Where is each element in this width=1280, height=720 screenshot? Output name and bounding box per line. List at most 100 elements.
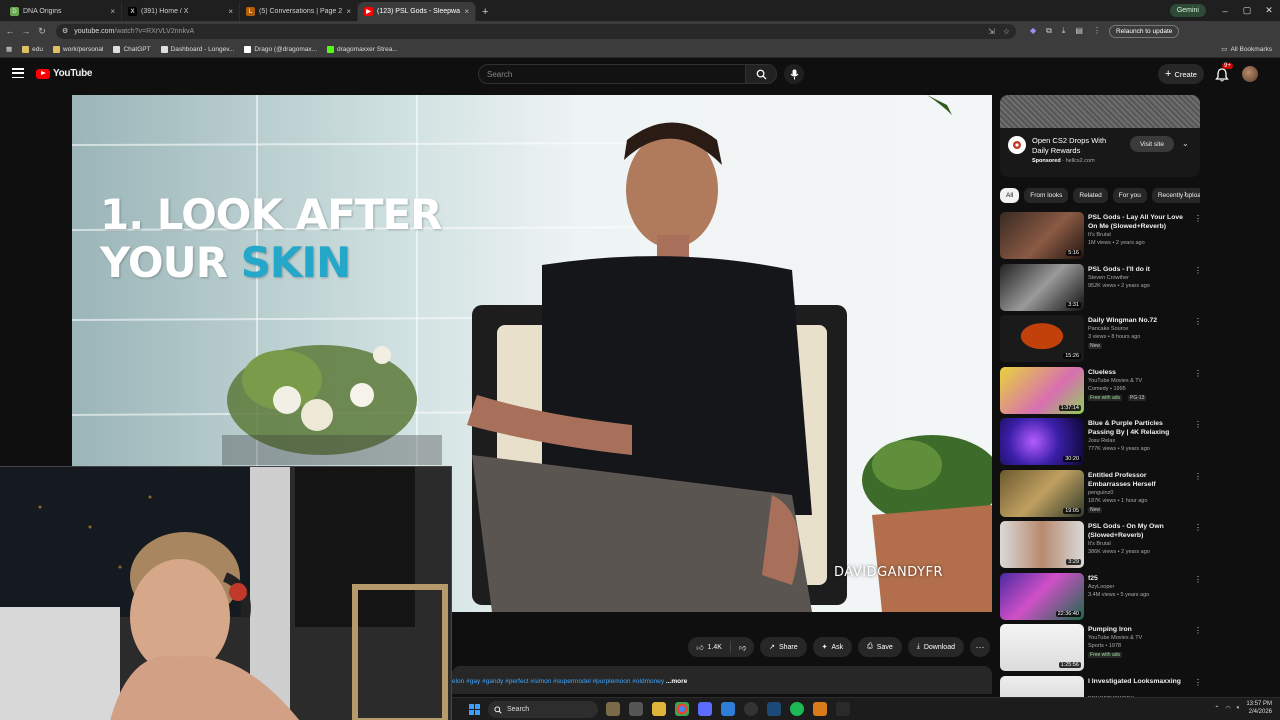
more-options-icon[interactable]: ⋮ xyxy=(1194,523,1202,532)
gemini-button[interactable]: Gemini xyxy=(1169,4,1206,17)
recommendation-title[interactable]: f25 xyxy=(1088,574,1190,583)
browser-tab[interactable]: D DNA Origins × xyxy=(4,2,122,21)
more-options-icon[interactable]: ⋮ xyxy=(1194,317,1202,326)
voice-search-button[interactable] xyxy=(784,64,804,84)
clock[interactable]: 13:57 PM 2/4/2026 xyxy=(1246,700,1272,716)
chrome-icon[interactable] xyxy=(675,702,689,716)
ask-button[interactable]: ✦ Ask xyxy=(812,637,853,657)
description-more[interactable]: ...more xyxy=(666,678,687,685)
channel-name[interactable]: Steven Crowther xyxy=(1088,275,1129,282)
save-button[interactable]: ⎙ Save xyxy=(858,637,902,657)
wifi-icon[interactable]: ◠ xyxy=(1225,705,1230,712)
recommendation-title[interactable]: Blue & Purple Particles Passing By | 4K … xyxy=(1088,419,1190,437)
back-icon[interactable]: ← xyxy=(4,26,16,36)
recommendation-item[interactable]: 1:25:56 Pumping Iron YouTube Movies & TV Sp… xyxy=(1000,624,1202,676)
channel-name[interactable]: It's Brutal xyxy=(1088,541,1111,548)
recommendation-title[interactable]: PSL Gods - Lay All Your Love On Me (Slow… xyxy=(1088,213,1190,231)
video-thumbnail[interactable]: 3:29 xyxy=(1000,521,1084,568)
bookmark-item[interactable]: Dashboard - Longev... xyxy=(160,45,234,53)
recommendation-title[interactable]: Entitled Professor Embarrasses Herself xyxy=(1088,471,1190,489)
filter-chip[interactable]: Related xyxy=(1073,187,1108,203)
filter-chip[interactable]: All xyxy=(1000,187,1020,203)
recommendation-title[interactable]: PSL Gods - On My Own (Slowed+Reverb) xyxy=(1088,522,1190,540)
video-thumbnail[interactable]: 5:16 xyxy=(1000,212,1084,259)
relaunch-button[interactable]: Relaunch to update xyxy=(1108,24,1180,38)
more-options-icon[interactable]: ⋮ xyxy=(1194,575,1202,584)
more-options-icon[interactable]: ⋮ xyxy=(1194,266,1202,275)
chevron-down-icon[interactable]: ⌄ xyxy=(1182,139,1189,148)
video-thumbnail[interactable]: 19:05 xyxy=(1000,469,1084,517)
video-thumbnail[interactable]: 3:31 xyxy=(1000,263,1084,311)
close-icon[interactable]: × xyxy=(464,7,469,16)
windows-start-icon[interactable] xyxy=(469,704,480,715)
avatar[interactable] xyxy=(1242,66,1258,82)
obs-icon[interactable] xyxy=(744,702,758,716)
app-icon[interactable] xyxy=(721,702,735,716)
recommendation-title[interactable]: Daily Wingman No.72 xyxy=(1088,316,1190,325)
app-icon[interactable] xyxy=(698,702,712,716)
cursor-icon[interactable] xyxy=(836,702,850,716)
more-options-icon[interactable]: ⋮ xyxy=(1194,214,1202,223)
close-window-icon[interactable]: ✕ xyxy=(1258,5,1280,16)
channel-name[interactable]: Josu Relax xyxy=(1088,438,1115,445)
more-options-icon[interactable]: ⋮ xyxy=(1194,420,1202,429)
create-button[interactable]: + Create xyxy=(1158,64,1204,84)
more-actions-button[interactable]: ··· xyxy=(970,637,990,657)
bookmark-item[interactable]: work/personal xyxy=(53,45,103,53)
puzzle-icon[interactable]: ⧉ xyxy=(1046,26,1052,36)
forward-icon[interactable]: → xyxy=(20,26,32,36)
close-icon[interactable]: × xyxy=(110,7,115,16)
visit-site-button[interactable]: Visit site xyxy=(1130,136,1174,152)
maximize-icon[interactable]: ▢ xyxy=(1236,5,1258,16)
download-icon[interactable]: ⤓ xyxy=(1062,26,1066,36)
ad-title[interactable]: Open CS2 Drops With Daily Rewards xyxy=(1032,136,1124,156)
youtube-logo[interactable]: YouTube xyxy=(36,68,93,79)
download-button[interactable]: ⤓ Download xyxy=(907,637,964,657)
video-thumbnail[interactable]: 1:25:56 xyxy=(1000,624,1084,671)
channel-name[interactable]: AzyLooper xyxy=(1088,584,1114,591)
menu-icon[interactable]: ⋮ xyxy=(1093,26,1101,36)
menu-icon[interactable] xyxy=(12,68,24,78)
close-icon[interactable]: × xyxy=(228,7,233,16)
reload-icon[interactable]: ↻ xyxy=(36,26,48,37)
description-tags[interactable]: elon #gay #gandy #perfect #simon #superm… xyxy=(452,678,664,685)
bookmark-item[interactable]: edu xyxy=(22,45,43,53)
channel-name[interactable]: YouTube Movies & TV xyxy=(1088,635,1142,642)
task-view-icon[interactable] xyxy=(629,702,643,716)
more-options-icon[interactable]: ⋮ xyxy=(1194,472,1202,481)
reading-list-icon[interactable]: ▤ xyxy=(1075,26,1083,36)
taskbar-search[interactable]: Search xyxy=(488,701,598,718)
recommendation-item[interactable]: 3:31 PSL Gods - I'll do it Steven Crowther… xyxy=(1000,263,1202,316)
more-options-icon[interactable]: ⋮ xyxy=(1194,626,1202,635)
bookmark-item[interactable]: Drago (@dragomax... xyxy=(244,45,317,53)
video-thumbnail[interactable]: 15:26 xyxy=(1000,315,1084,362)
browser-tab[interactable]: L (5) Conversations | Page 2 | Loo× xyxy=(240,2,358,21)
sponsored-ad[interactable]: Open CS2 Drops With Daily Rewards Sponso… xyxy=(1000,95,1200,177)
recommendation-item[interactable]: 15:26 Daily Wingman No.72 Pancake Source 3 … xyxy=(1000,315,1202,367)
filter-chip[interactable]: For you xyxy=(1112,187,1147,203)
extension-icon[interactable]: ◆ xyxy=(1030,26,1036,36)
notifications-bell-icon[interactable] xyxy=(1214,67,1230,83)
channel-name[interactable]: YouTube Movies & TV xyxy=(1088,378,1142,385)
minimize-icon[interactable]: – xyxy=(1214,6,1236,16)
widgets-icon[interactable] xyxy=(606,702,620,716)
volume-icon[interactable]: 🔈︎ xyxy=(1237,705,1241,712)
chevron-right-icon[interactable]: › xyxy=(1184,188,1187,198)
like-button[interactable]: 👍︎ 1.4K xyxy=(688,637,730,657)
recommendation-item[interactable]: 30:20 Blue & Purple Particles Passing By … xyxy=(1000,418,1202,470)
channel-name[interactable]: It's Brutal xyxy=(1088,232,1111,239)
search-button[interactable] xyxy=(745,64,777,84)
dislike-button[interactable]: 👎︎ xyxy=(731,637,754,657)
browser-tab[interactable]: ▶ (123) PSL Gods - Sleepwalker× xyxy=(358,2,476,21)
recommendation-item[interactable]: 1:37:14 Clueless YouTube Movies & TV Comedy… xyxy=(1000,366,1202,419)
bookmark-star-icon[interactable]: ☆ xyxy=(1003,27,1010,36)
url-input[interactable]: ⚙ youtube.com/watch?v=RXrVLV2nnkvA ⇲ ☆ xyxy=(56,23,1016,39)
recommendation-item[interactable]: 22:36:40 f25 AzyLooper 3.4M views • 5 years… xyxy=(1000,572,1202,625)
recommendation-title[interactable]: Clueless xyxy=(1088,368,1190,377)
install-icon[interactable]: ⇲ xyxy=(988,27,995,36)
all-bookmarks-button[interactable]: ▭ All Bookmarks xyxy=(1221,45,1272,54)
video-thumbnail[interactable]: 22:36:40 xyxy=(1000,572,1084,620)
site-info-icon[interactable]: ⚙ xyxy=(62,27,68,35)
filter-chip[interactable]: From looks xyxy=(1024,187,1069,203)
more-options-icon[interactable]: ⋮ xyxy=(1194,369,1202,378)
